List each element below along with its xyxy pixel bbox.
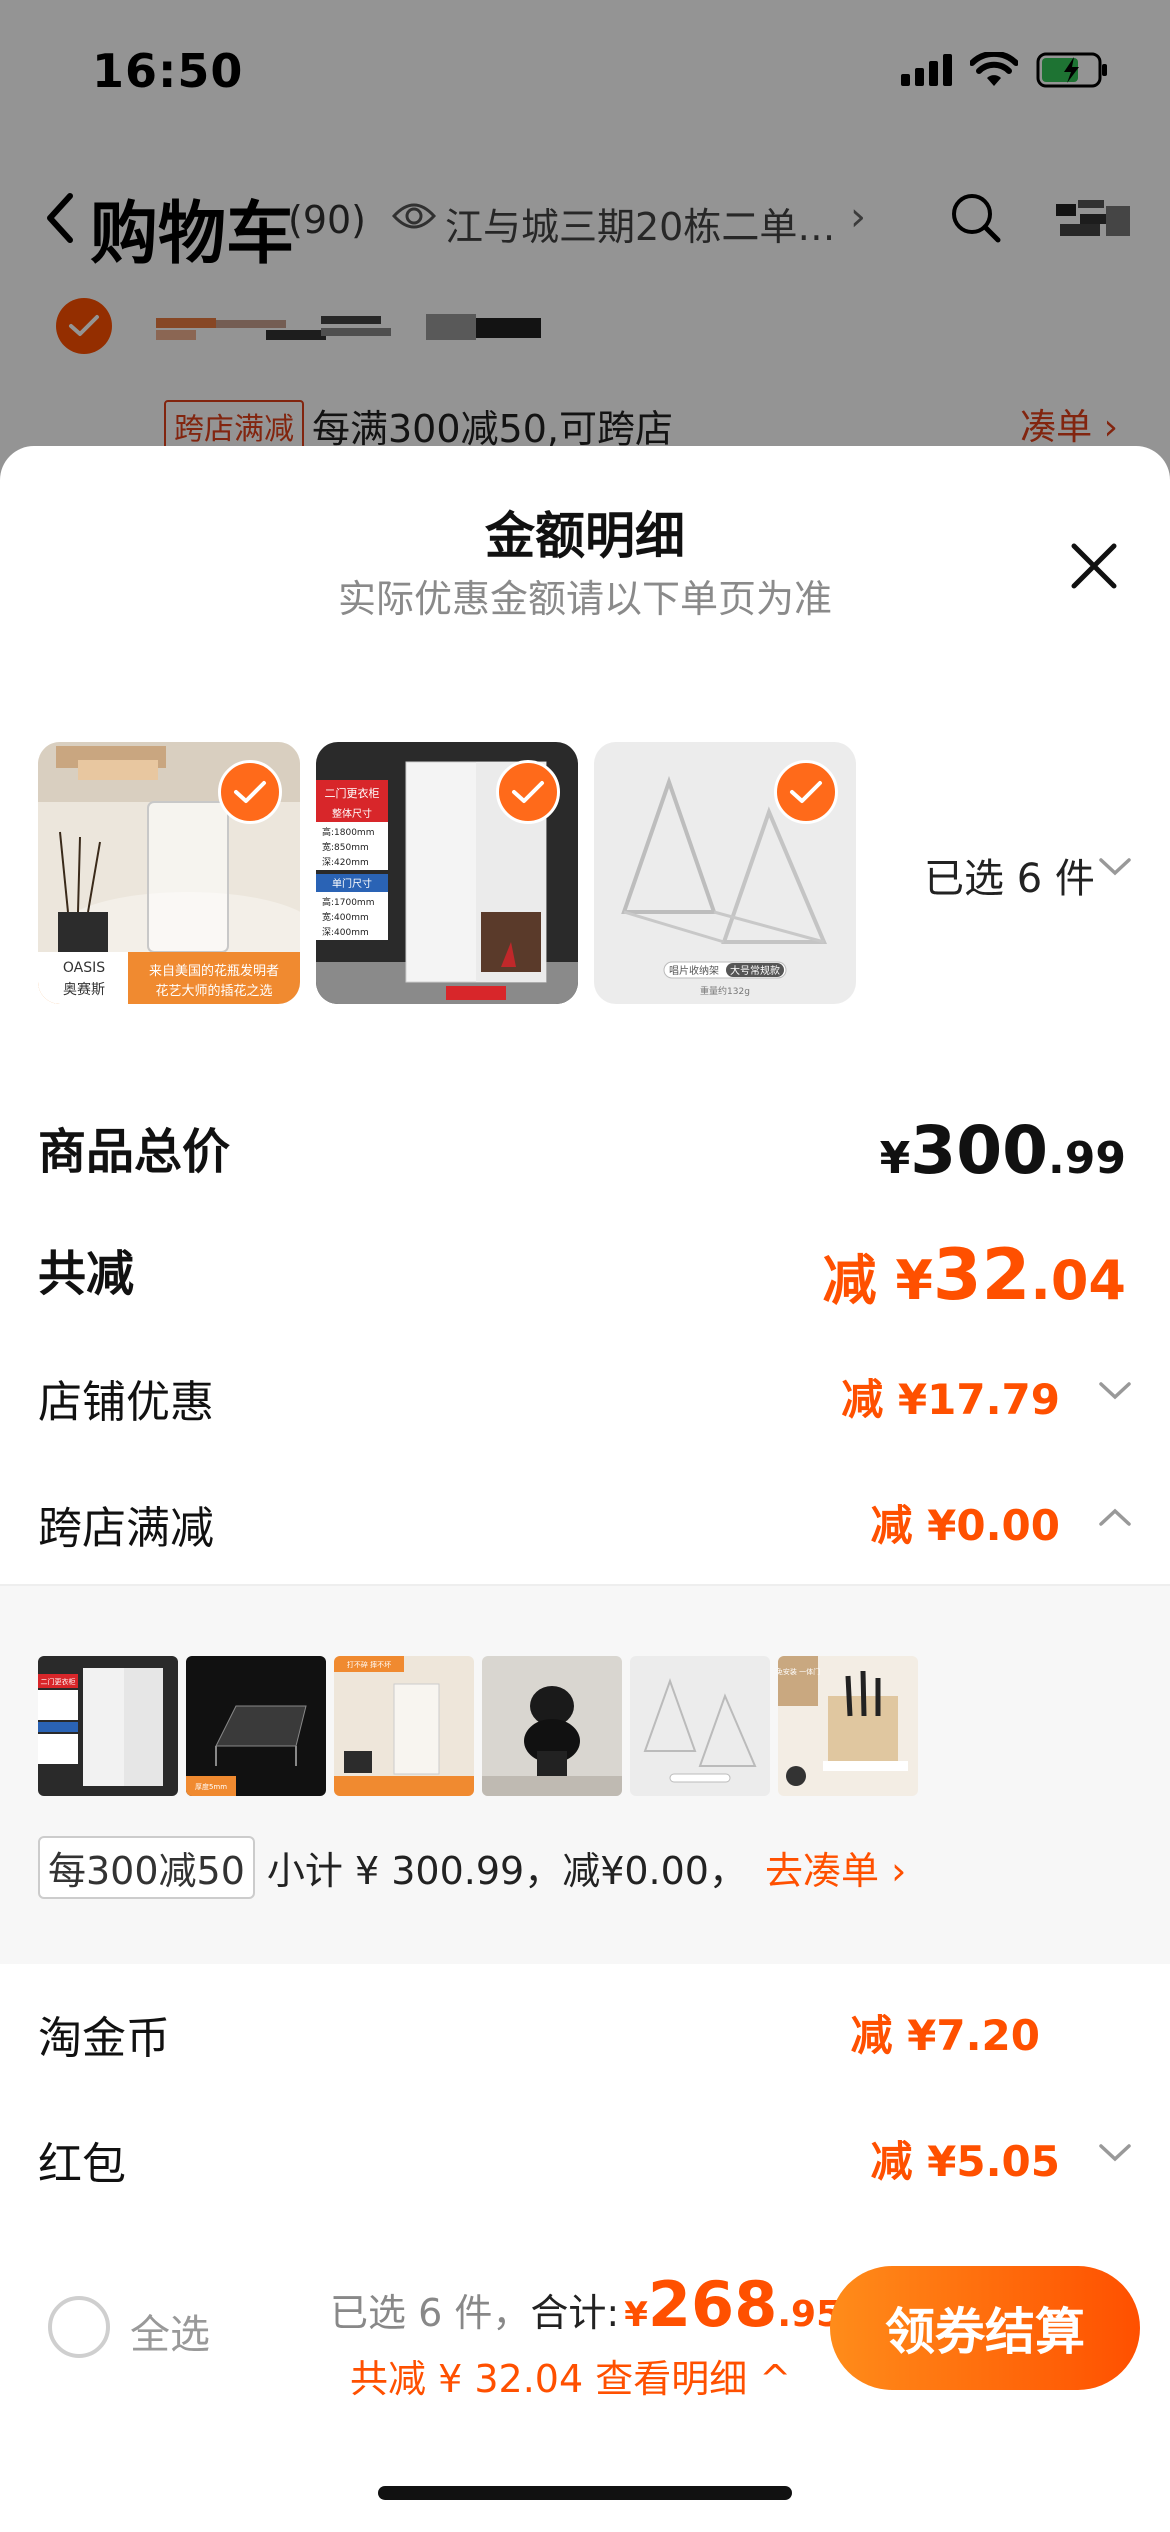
checkmark-icon bbox=[234, 781, 266, 803]
select-all-radio[interactable] bbox=[48, 2296, 110, 2358]
svg-text:二门更衣柜: 二门更衣柜 bbox=[41, 1677, 76, 1686]
sheet-title: 金额明细 bbox=[485, 507, 685, 565]
cross-store-discount-value: 减 ¥0.00 bbox=[870, 1501, 1060, 1550]
cross-store-summary: 每300减50 小计 ¥ 300.99，减¥0.00， 去凑单 › bbox=[38, 1836, 906, 1899]
svg-text:整体尺寸: 整体尺寸 bbox=[332, 807, 372, 820]
cross-store-rule-tag: 每300减50 bbox=[38, 1836, 255, 1899]
total-summary: 已选 6 件，合计: ¥268.95 bbox=[330, 2268, 841, 2341]
goods-total-value: ¥300.99 bbox=[879, 1112, 1126, 1189]
cross-thumb-vase[interactable]: 打不碎 摔不坏 bbox=[334, 1656, 474, 1796]
svg-text:单门尺寸: 单门尺寸 bbox=[332, 877, 372, 890]
red-packet-label: 红包 bbox=[38, 2139, 126, 2190]
selected-count[interactable]: 已选 6 件 bbox=[924, 846, 1095, 904]
go-add-items-link[interactable]: 去凑单 › bbox=[765, 1840, 906, 1895]
total-discount-label: 共减 bbox=[38, 1246, 135, 1302]
svg-text:重量约132g: 重量约132g bbox=[700, 985, 750, 997]
product-thumb-wardrobe[interactable]: 二门更衣柜 整体尺寸 高:1800mm 宽:850mm 深:420mm 单门尺寸… bbox=[316, 742, 578, 1004]
chevron-up-icon[interactable] bbox=[1098, 1506, 1132, 1528]
close-icon[interactable] bbox=[1066, 538, 1122, 594]
red-packet-row[interactable]: 红包 减 ¥5.05 bbox=[38, 2128, 1132, 2198]
store-discount-row[interactable]: 店铺优惠 减 ¥17.79 bbox=[38, 1366, 1132, 1436]
svg-text:厚度5mm: 厚度5mm bbox=[195, 1782, 227, 1791]
chevron-down-icon[interactable] bbox=[1098, 1380, 1132, 1402]
svg-text:深:400mm: 深:400mm bbox=[322, 927, 369, 938]
chevron-down-icon[interactable] bbox=[1098, 2142, 1132, 2164]
svg-text:花艺大师的插花之选: 花艺大师的插花之选 bbox=[155, 983, 272, 999]
svg-text:唱片收纳架: 唱片收纳架 bbox=[669, 964, 719, 977]
selected-products: OASIS 奥赛斯 来自美国的花瓶发明者 花艺大师的插花之选 二门更衣柜 整体尺… bbox=[38, 742, 856, 1004]
product-thumb-vase[interactable]: OASIS 奥赛斯 来自美国的花瓶发明者 花艺大师的插花之选 bbox=[38, 742, 300, 1004]
cross-store-discount-label: 跨店满减 bbox=[38, 1503, 214, 1554]
product-check[interactable] bbox=[218, 760, 282, 824]
goods-total-row: 商品总价 ¥300.99 bbox=[38, 1112, 1132, 1192]
svg-text:宽:400mm: 宽:400mm bbox=[322, 911, 369, 923]
taojinbi-label: 淘金币 bbox=[38, 2013, 170, 2064]
taojinbi-value: 减 ¥7.20 bbox=[850, 2011, 1040, 2060]
sheet-subtitle: 实际优惠金额请以下单页为准 bbox=[337, 577, 832, 621]
svg-text:二门更衣柜: 二门更衣柜 bbox=[325, 786, 380, 800]
svg-text:高:1800mm: 高:1800mm bbox=[322, 826, 374, 838]
goods-total-label: 商品总价 bbox=[38, 1124, 231, 1180]
cross-thumb-record-stand[interactable] bbox=[630, 1656, 770, 1796]
checkmark-icon bbox=[790, 781, 822, 803]
cross-thumb-knife-rack[interactable]: 免安装 一体门 bbox=[778, 1656, 918, 1796]
total-discount-value: 减 ¥32.04 bbox=[822, 1234, 1126, 1316]
total-label: 合计: bbox=[530, 2291, 620, 2335]
cross-thumb-acrylic[interactable]: 厚度5mm bbox=[186, 1656, 326, 1796]
total-discount-row: 共减 减 ¥32.04 bbox=[38, 1234, 1132, 1316]
svg-text:高:1700mm: 高:1700mm bbox=[322, 896, 374, 908]
view-details-link[interactable]: 共减 ¥ 32.04 查看明细 ^ bbox=[350, 2348, 791, 2403]
cross-store-panel: 二门更衣柜 厚度5mm 打不碎 摔不坏 免安装 一体门 每300减50 小计 ¥… bbox=[0, 1584, 1170, 1964]
product-check[interactable] bbox=[496, 760, 560, 824]
checkout-button[interactable]: 领券结算 bbox=[830, 2266, 1140, 2390]
checkmark-icon bbox=[512, 781, 544, 803]
chevron-down-icon[interactable] bbox=[1098, 856, 1132, 878]
selected-summary: 已选 6 件， bbox=[330, 2291, 531, 2335]
svg-text:来自美国的花瓶发明者: 来自美国的花瓶发明者 bbox=[149, 963, 279, 979]
svg-text:OASIS: OASIS bbox=[63, 960, 105, 976]
product-check[interactable] bbox=[774, 760, 838, 824]
cross-thumb-wardrobe[interactable]: 二门更衣柜 bbox=[38, 1656, 178, 1796]
cross-store-discount-row[interactable]: 跨店满减 减 ¥0.00 bbox=[38, 1492, 1132, 1562]
red-packet-value: 减 ¥5.05 bbox=[870, 2137, 1060, 2186]
taojinbi-row: 淘金币 减 ¥7.20 bbox=[38, 2002, 1132, 2072]
home-indicator bbox=[378, 2486, 792, 2500]
checkout-bar: 全选 已选 6 件，合计: ¥268.95 共减 ¥ 32.04 查看明细 ^ … bbox=[0, 2238, 1170, 2428]
total-amount: ¥268.95 bbox=[624, 2268, 842, 2341]
svg-text:打不碎 摔不坏: 打不碎 摔不坏 bbox=[347, 1660, 391, 1669]
product-thumb-record-stand[interactable]: 唱片收纳架 大号常规款 重量约132g bbox=[594, 742, 856, 1004]
svg-text:免安装 一体门: 免安装 一体门 bbox=[778, 1667, 820, 1676]
store-discount-value: 减 ¥17.79 bbox=[841, 1375, 1060, 1424]
cross-store-thumbs: 二门更衣柜 厚度5mm 打不碎 摔不坏 免安装 一体门 bbox=[38, 1656, 918, 1796]
svg-text:宽:850mm: 宽:850mm bbox=[322, 841, 369, 853]
svg-text:大号常规款: 大号常规款 bbox=[730, 964, 780, 977]
cross-thumb-black-vase[interactable] bbox=[482, 1656, 622, 1796]
svg-text:深:420mm: 深:420mm bbox=[322, 857, 369, 868]
amount-detail-sheet: 金额明细 实际优惠金额请以下单页为准 OASIS 奥赛斯 来自美国的花瓶发明者 … bbox=[0, 446, 1170, 2532]
svg-text:奥赛斯: 奥赛斯 bbox=[63, 981, 105, 998]
store-discount-label: 店铺优惠 bbox=[38, 1377, 214, 1428]
select-all-label[interactable]: 全选 bbox=[130, 2302, 210, 2360]
cross-store-subtotal: 小计 ¥ 300.99，减¥0.00， bbox=[266, 1849, 747, 1893]
